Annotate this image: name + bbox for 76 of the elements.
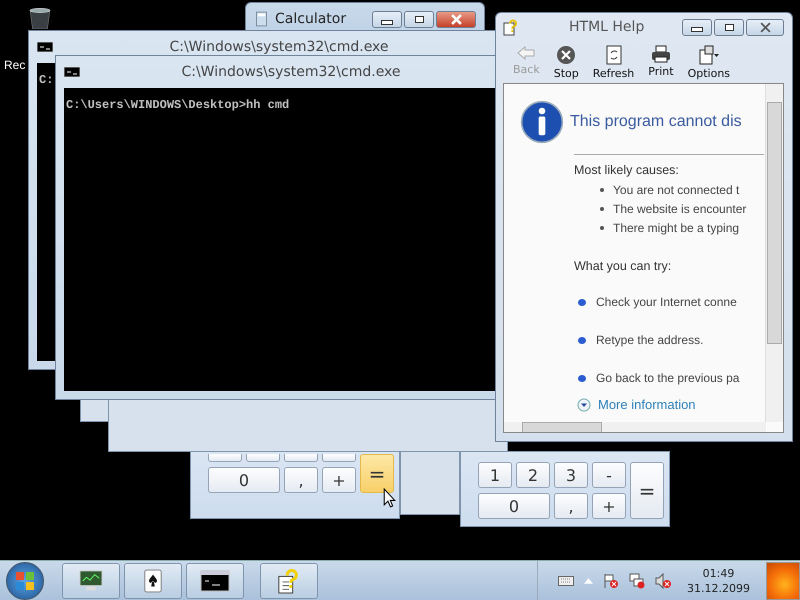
close-button[interactable] — [436, 11, 476, 28]
toolbar-button[interactable]: Refresh — [588, 41, 638, 80]
keyboard-icon[interactable] — [558, 576, 574, 586]
close-button[interactable] — [746, 18, 784, 36]
start-button[interactable] — [6, 562, 44, 600]
playing-card-icon — [143, 568, 163, 592]
vertical-scrollbar[interactable] — [765, 84, 783, 422]
calculator-icon — [256, 11, 267, 27]
maximize-button[interactable] — [404, 11, 434, 28]
bullet-icon — [578, 298, 586, 306]
printer-icon — [650, 45, 671, 63]
section-title: What you can try: — [574, 259, 672, 273]
taskbar-button[interactable] — [62, 562, 120, 598]
calculator-key[interactable]: 2 — [516, 462, 550, 488]
console-line: C:\Users\WINDOWS\Desktop>hh cmd — [66, 98, 290, 112]
stop-icon — [556, 45, 576, 65]
options-icon — [698, 45, 720, 65]
toolbar-button[interactable]: Stop — [550, 41, 583, 80]
mouse-cursor-icon — [383, 488, 396, 508]
more-information-link[interactable]: More information — [598, 397, 696, 412]
window-title: C:\Windows\system32\cmd.exe — [180, 64, 402, 80]
list-item: You are not connected t — [613, 182, 740, 196]
calculator-key[interactable]: = — [630, 462, 664, 519]
calculator-key[interactable]: = — [360, 454, 394, 493]
help-icon — [503, 18, 519, 36]
calculator-key[interactable]: + — [592, 493, 626, 519]
help-icon — [277, 568, 301, 594]
calculator-key[interactable]: , — [554, 493, 588, 519]
console-line: C: — [39, 73, 54, 87]
calculator-key[interactable]: 3 — [554, 462, 588, 488]
bullet-icon — [578, 374, 586, 382]
calculator-key[interactable]: + — [322, 467, 356, 493]
calculator-key[interactable]: , — [284, 467, 318, 493]
taskbar-button[interactable] — [260, 562, 318, 598]
list-item: The website is encounter — [613, 202, 746, 216]
info-icon — [520, 100, 564, 144]
console-icon — [37, 42, 53, 52]
window-title: Calculator — [275, 11, 346, 27]
monitor-icon — [77, 570, 105, 592]
page-heading: This program cannot dis — [570, 113, 742, 131]
bullet-icon — [600, 226, 604, 230]
clock[interactable]: 01:49 31.12.2099 — [681, 566, 756, 596]
console-icon — [64, 67, 80, 77]
close-icon — [450, 14, 462, 25]
toolbar-button[interactable]: Options — [684, 41, 734, 80]
horizontal-scrollbar[interactable] — [504, 422, 766, 432]
window-title: HTML Help — [569, 19, 644, 35]
expand-icon — [577, 398, 591, 412]
bullet-icon — [600, 188, 604, 192]
desktop-icon-label[interactable]: Rec — [4, 58, 26, 72]
calculator-key[interactable]: 1 — [478, 462, 512, 488]
calculator-key[interactable]: 0 — [478, 493, 550, 519]
refresh-icon — [606, 45, 622, 65]
taskbar-button[interactable] — [186, 562, 244, 598]
network-icon[interactable] — [629, 572, 646, 588]
toolbar-button[interactable]: Print — [644, 41, 678, 78]
console-icon — [200, 570, 230, 592]
muted-speaker-icon[interactable] — [655, 572, 672, 588]
back-arrow-icon — [516, 45, 536, 61]
list-item: Check your Internet conne — [596, 295, 737, 309]
list-item: There might be a typing — [613, 220, 740, 234]
list-item: Go back to the previous pa — [596, 371, 740, 385]
minimize-button[interactable] — [682, 18, 712, 36]
bullet-icon — [578, 336, 586, 344]
maximize-button[interactable] — [714, 18, 744, 36]
window-title: C:\Windows\system32\cmd.exe — [168, 39, 390, 55]
close-icon — [760, 22, 770, 32]
four-squares-icon — [15, 570, 35, 590]
calculator-key[interactable]: 0 — [208, 467, 280, 493]
calculator-key[interactable]: - — [592, 462, 626, 488]
bullet-icon — [600, 206, 604, 210]
minimize-button[interactable] — [372, 11, 402, 28]
taskbar-button[interactable] — [124, 562, 182, 598]
flag-icon[interactable] — [603, 572, 620, 588]
section-title: Most likely causes: — [574, 163, 680, 177]
list-item: Retype the address. — [596, 333, 704, 347]
